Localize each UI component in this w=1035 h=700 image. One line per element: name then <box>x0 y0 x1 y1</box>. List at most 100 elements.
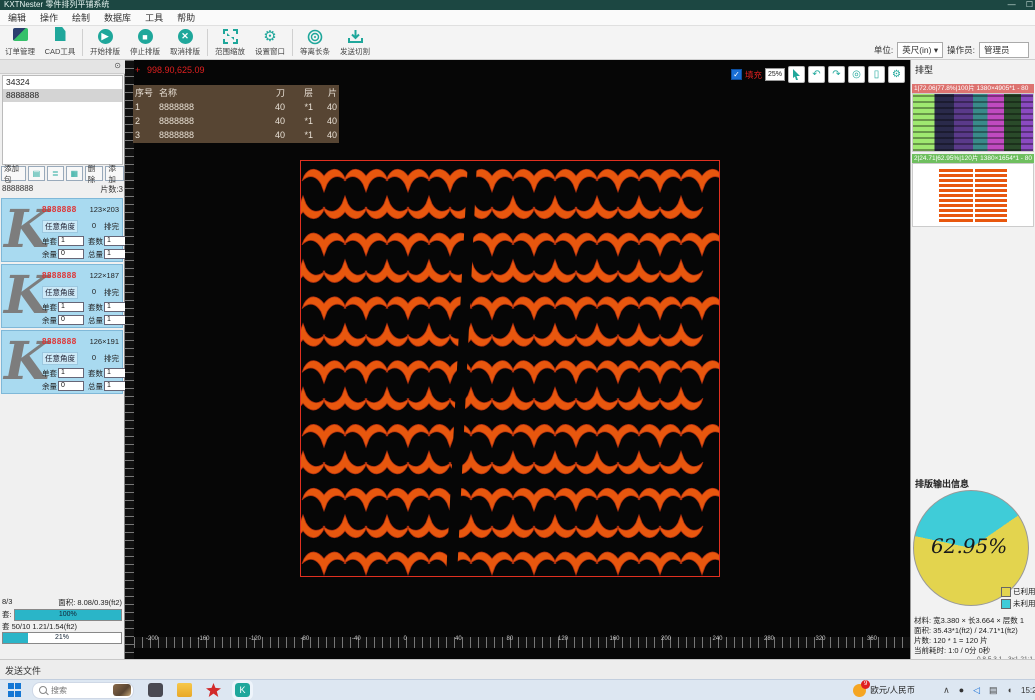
material-thumbnail-1[interactable] <box>912 93 1034 152</box>
nested-part[interactable] <box>659 451 703 474</box>
nested-part[interactable] <box>638 552 682 575</box>
nested-part[interactable] <box>617 451 661 474</box>
nested-part[interactable] <box>638 361 682 384</box>
nested-part[interactable] <box>512 169 556 192</box>
nested-part[interactable] <box>512 552 556 575</box>
nested-part[interactable] <box>617 260 661 283</box>
nested-part[interactable] <box>512 424 556 447</box>
nested-part[interactable] <box>323 387 367 410</box>
nested-part[interactable] <box>617 196 661 219</box>
part-card-3[interactable]: K8888888126×191任意角度0排完单套1套数1余量0总量1 <box>1 330 123 394</box>
nested-part[interactable] <box>659 387 703 410</box>
nested-part[interactable] <box>365 451 409 474</box>
nested-part[interactable] <box>323 260 367 283</box>
nested-part[interactable] <box>365 324 409 347</box>
material-header-1[interactable]: 1|72.06|77.8%|100片 1380×4905*1 - 80 <box>912 84 1034 93</box>
nested-part[interactable] <box>407 196 451 219</box>
nested-part[interactable] <box>680 233 720 256</box>
nested-part[interactable] <box>554 361 598 384</box>
nested-part[interactable] <box>344 552 388 575</box>
nested-part[interactable] <box>344 169 388 192</box>
nested-part[interactable] <box>575 196 619 219</box>
nested-parts-layout[interactable] <box>300 160 720 577</box>
nested-part[interactable] <box>491 515 535 538</box>
nesting-canvas[interactable]: + 998.90,625.09 序号名称刀层片1888888840*140288… <box>125 60 910 659</box>
nested-part[interactable] <box>596 297 640 320</box>
nested-part[interactable] <box>302 297 346 320</box>
nested-part[interactable] <box>638 297 682 320</box>
menu-item-2[interactable]: 操作 <box>40 11 58 24</box>
nested-part[interactable] <box>533 196 577 219</box>
nested-part[interactable] <box>596 488 640 511</box>
nested-part[interactable] <box>638 233 682 256</box>
menu-item-6[interactable]: 帮助 <box>177 11 195 24</box>
nested-part[interactable] <box>554 297 598 320</box>
nested-part[interactable] <box>470 361 514 384</box>
nested-part[interactable] <box>407 324 451 347</box>
order-list-item[interactable]: 34324 <box>3 76 122 89</box>
nested-part[interactable] <box>365 196 409 219</box>
nested-part[interactable] <box>680 552 720 575</box>
nested-part[interactable] <box>575 324 619 347</box>
menu-item-4[interactable]: 数据库 <box>104 11 131 24</box>
nested-part[interactable] <box>302 169 346 192</box>
view-thumb-button[interactable]: ▦ <box>66 166 83 181</box>
nested-part[interactable] <box>300 515 325 538</box>
toolbar-button-zoom-fit[interactable]: 范围缩放 <box>210 26 250 59</box>
nested-part[interactable] <box>491 451 535 474</box>
nested-part[interactable] <box>344 361 388 384</box>
nested-part[interactable] <box>386 297 430 320</box>
nested-part[interactable] <box>575 515 619 538</box>
angle-mode-select[interactable]: 任意角度 <box>42 286 78 299</box>
nested-part[interactable] <box>554 552 598 575</box>
nested-part[interactable] <box>554 233 598 256</box>
angle-mode-select[interactable]: 任意角度 <box>42 220 78 233</box>
nested-part[interactable] <box>302 361 346 384</box>
nested-part[interactable] <box>300 260 325 283</box>
nested-part[interactable] <box>470 552 514 575</box>
tray-clock[interactable]: 15:2 <box>1021 686 1035 695</box>
nested-part[interactable] <box>302 488 346 511</box>
zoom-value-box[interactable]: 25% <box>765 68 785 81</box>
nested-part[interactable] <box>575 260 619 283</box>
field-input[interactable]: 0 <box>58 381 84 391</box>
pin-icon[interactable]: ⊙ <box>114 61 121 70</box>
nested-part[interactable] <box>300 196 325 219</box>
nested-part[interactable] <box>365 260 409 283</box>
taskbar-search[interactable]: 搜索 <box>32 682 134 699</box>
nested-part[interactable] <box>365 515 409 538</box>
nested-part[interactable] <box>617 387 661 410</box>
toolbar-button-send-cut[interactable]: 发送切割 <box>335 26 375 59</box>
toolbar-button-order-manager[interactable]: 订单管理 <box>0 26 40 59</box>
undo-button[interactable]: ↶ <box>808 66 825 83</box>
nested-part[interactable] <box>407 387 451 410</box>
nested-part[interactable] <box>302 424 346 447</box>
nested-part[interactable] <box>470 297 514 320</box>
nested-part[interactable] <box>302 233 346 256</box>
nested-part[interactable] <box>659 324 703 347</box>
menu-item-3[interactable]: 绘制 <box>72 11 90 24</box>
tray-expand-icon[interactable]: ∧ <box>943 685 950 696</box>
select-cursor-button[interactable] <box>788 66 805 83</box>
field-input[interactable]: 1 <box>58 302 84 312</box>
nested-part[interactable] <box>491 196 535 219</box>
nested-part[interactable] <box>680 361 720 384</box>
nested-part[interactable] <box>386 169 430 192</box>
nested-part[interactable] <box>300 451 325 474</box>
nested-part[interactable] <box>596 169 640 192</box>
taskbar-app-cad[interactable] <box>206 683 221 697</box>
nested-part[interactable] <box>533 451 577 474</box>
nested-part[interactable] <box>386 488 430 511</box>
tray-app-icon[interactable]: ● <box>959 685 964 695</box>
toolbar-button-stop-nest[interactable]: ■停止排版 <box>125 26 165 59</box>
nested-part[interactable] <box>638 424 682 447</box>
menu-item-5[interactable]: 工具 <box>145 11 163 24</box>
news-ticker[interactable]: 9 欧元/人民币 <box>853 684 915 697</box>
nested-part[interactable] <box>491 387 535 410</box>
nested-part[interactable] <box>407 515 451 538</box>
taskbar-app-taskview[interactable] <box>148 683 163 697</box>
nested-part[interactable] <box>575 387 619 410</box>
nested-part[interactable] <box>302 552 346 575</box>
nested-part[interactable] <box>596 233 640 256</box>
minimize-button[interactable]: — <box>1008 0 1016 9</box>
